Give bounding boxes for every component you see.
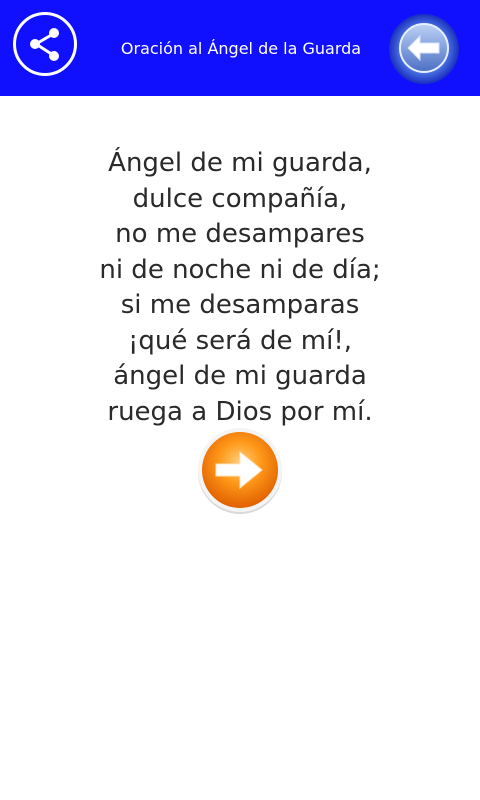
header-bar: Oración al Ángel de la Guarda [0, 0, 480, 96]
arrow-right-icon [198, 428, 282, 514]
prayer-line: no me desampares [115, 219, 365, 249]
prayer-text: Ángel de mi guarda, dulce compañía, no m… [40, 146, 440, 430]
prayer-line: ángel de mi guarda [113, 361, 367, 391]
prayer-line: ¡qué será de mí!, [127, 325, 353, 356]
back-button[interactable] [386, 12, 462, 86]
prayer-line: dulce compañía, [132, 183, 348, 214]
share-button[interactable] [13, 12, 77, 76]
prayer-line: Ángel de mi guarda, [108, 148, 372, 178]
arrow-left-icon [389, 14, 459, 84]
page-title: Oración al Ángel de la Guarda [120, 39, 362, 58]
app-screen: Oración al Ángel de la Guarda Ángel de m… [0, 0, 480, 800]
next-button[interactable] [194, 424, 286, 516]
prayer-line: si me desamparas [120, 290, 360, 320]
prayer-line: ni de noche ni de día; [99, 254, 381, 285]
share-icon [30, 28, 59, 61]
